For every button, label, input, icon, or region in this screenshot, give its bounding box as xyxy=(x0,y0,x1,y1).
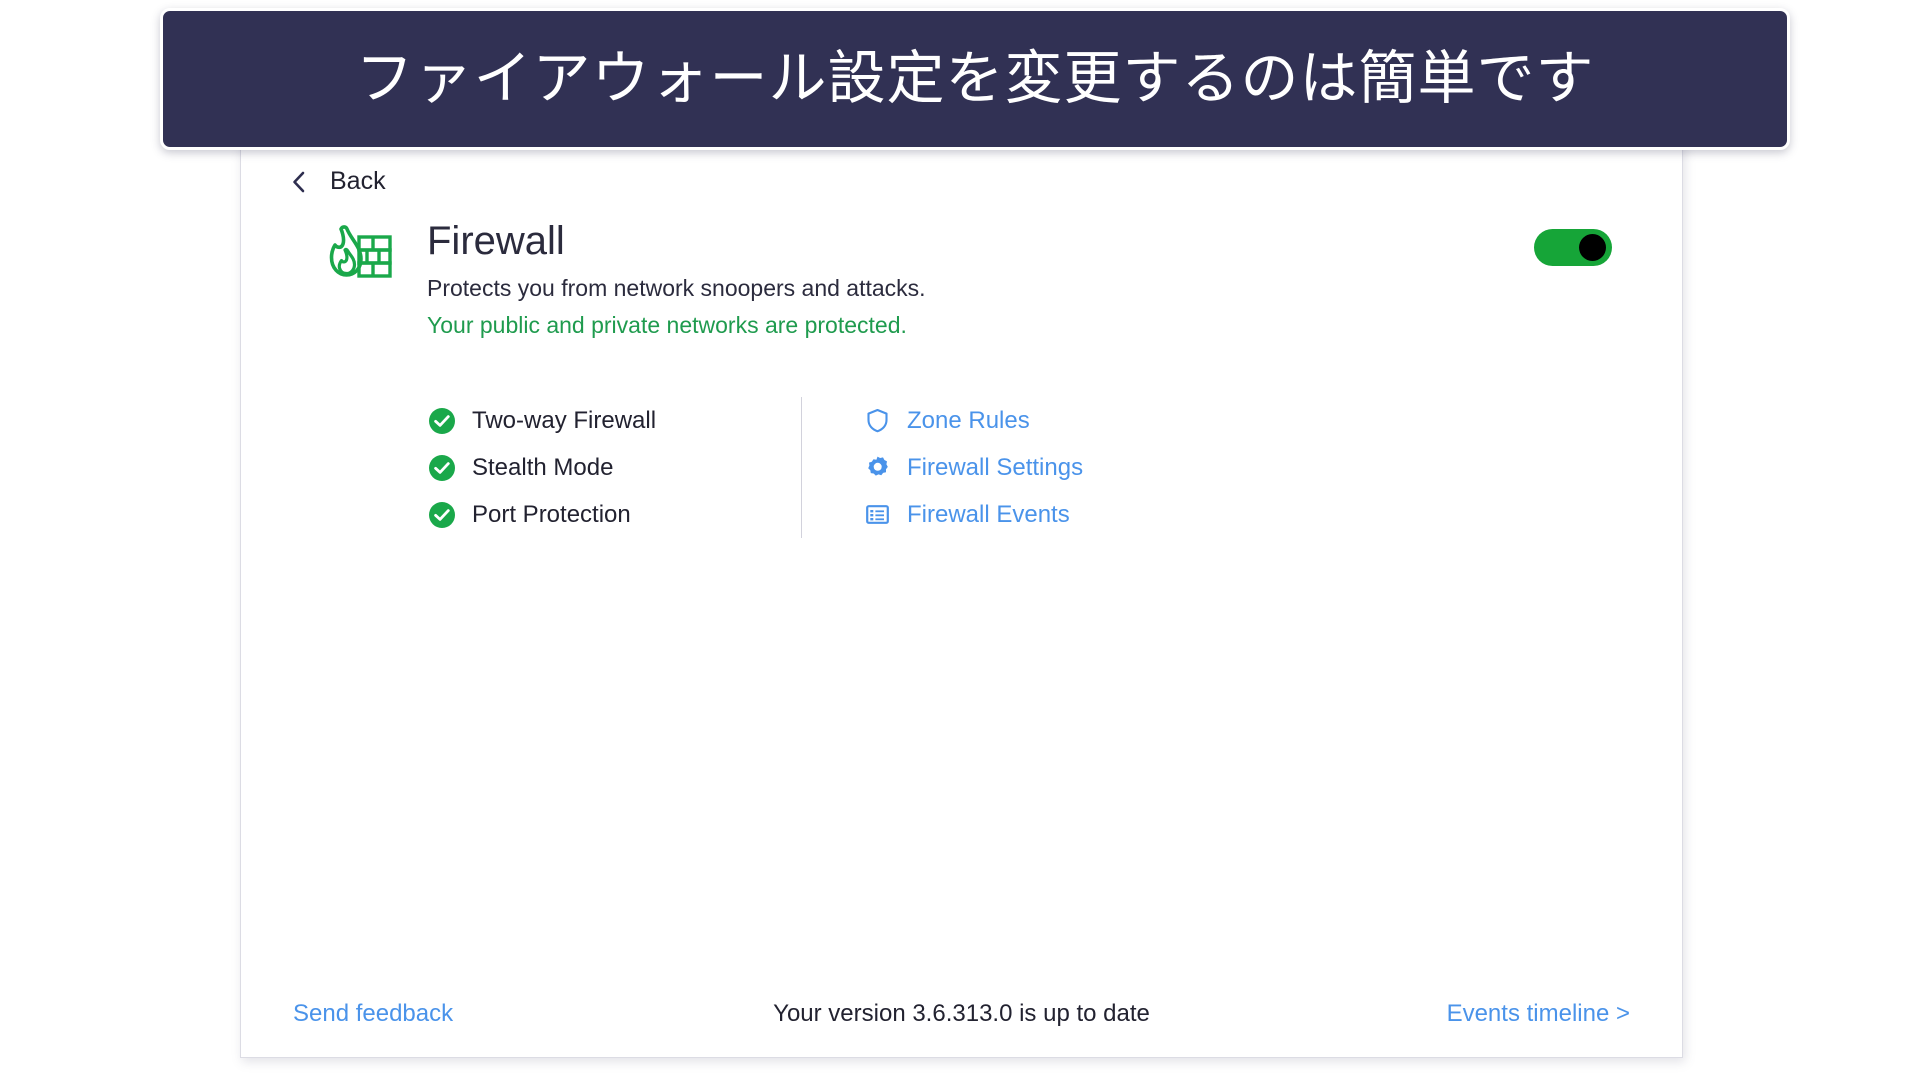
link-firewall-settings[interactable]: Firewall Settings xyxy=(865,444,1612,491)
chevron-left-icon xyxy=(293,171,305,192)
gear-icon xyxy=(868,456,888,476)
feature-list: Two-way Firewall Stealth Mode Port Prote… xyxy=(311,397,801,538)
firewall-toggle-wrapper xyxy=(1534,229,1612,266)
feature-item-stealth-mode: Stealth Mode xyxy=(429,444,801,491)
back-button-label: Back xyxy=(330,167,386,195)
promo-banner: ファイアウォール設定を変更するのは簡単です xyxy=(160,8,1790,150)
link-label: Firewall Settings xyxy=(907,453,1084,481)
link-zone-rules[interactable]: Zone Rules xyxy=(865,397,1612,444)
link-firewall-events[interactable]: Firewall Events xyxy=(865,491,1612,538)
events-timeline-link[interactable]: Events timeline > xyxy=(1447,1000,1630,1028)
firewall-flame-brickwall-icon xyxy=(329,225,392,278)
feature-label: Port Protection xyxy=(472,500,631,528)
feature-item-two-way-firewall: Two-way Firewall xyxy=(429,397,801,444)
back-button[interactable]: Back xyxy=(291,167,386,196)
firewall-panel: Back Firewall Protects you from network … xyxy=(240,128,1683,1058)
feature-item-port-protection: Port Protection xyxy=(429,491,801,538)
firewall-toggle-knob xyxy=(1579,234,1606,261)
firewall-header-text: Firewall Protects you from network snoop… xyxy=(427,219,1514,339)
promo-banner-text: ファイアウォール設定を変更するのは簡単です xyxy=(355,44,1595,113)
firewall-header: Firewall Protects you from network snoop… xyxy=(311,219,1612,339)
link-label: Firewall Events xyxy=(907,500,1070,528)
check-circle-icon xyxy=(429,454,455,481)
firewall-links-list: Zone Rules Firewall Settings Firewall Ev… xyxy=(802,397,1612,538)
feature-label: Stealth Mode xyxy=(472,453,614,481)
shield-icon xyxy=(867,408,888,433)
protection-status-text: Your public and private networks are pro… xyxy=(427,311,907,338)
link-label: Zone Rules xyxy=(907,406,1030,434)
firewall-toggle[interactable] xyxy=(1534,229,1612,266)
page-subtitle: Protects you from network snoopers and a… xyxy=(427,274,926,301)
firewall-content-columns: Two-way Firewall Stealth Mode Port Prote… xyxy=(311,397,1612,538)
check-circle-icon xyxy=(429,407,455,434)
page-title: Firewall xyxy=(427,219,565,263)
check-circle-icon xyxy=(429,501,455,528)
feature-label: Two-way Firewall xyxy=(472,406,657,434)
panel-footer: Send feedback Your version 3.6.313.0 is … xyxy=(241,993,1682,1035)
list-icon xyxy=(866,505,889,524)
send-feedback-link[interactable]: Send feedback xyxy=(293,1000,453,1028)
